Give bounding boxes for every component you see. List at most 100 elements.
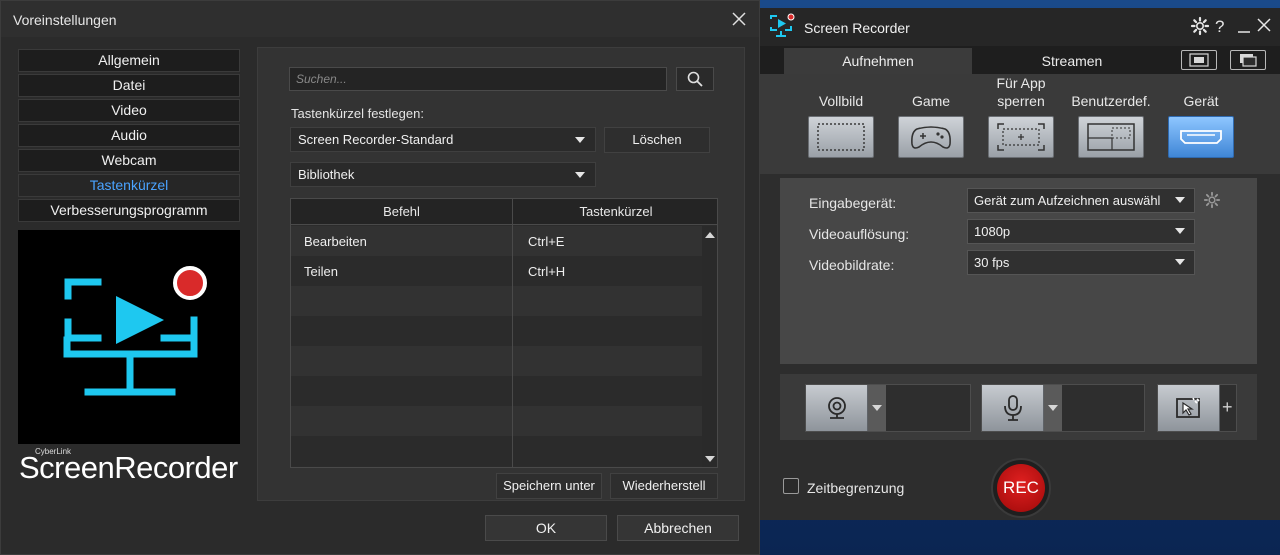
column-header-tastenkuerzel[interactable]: Tastenkürzel [513, 199, 717, 225]
rec-button-ring: REC [991, 458, 1051, 518]
chevron-down-icon [1175, 259, 1185, 265]
app-lock-icon[interactable] [988, 116, 1054, 158]
nav-item-webcam[interactable]: Webcam [18, 149, 240, 172]
rec-button[interactable]: REC [997, 464, 1045, 512]
restore-button[interactable]: Wiederherstell [610, 473, 718, 499]
chevron-down-icon [1175, 228, 1185, 234]
screenrecorder-logo-icon [63, 266, 207, 396]
input-device-value: Gerät zum Aufzeichnen auswähl [974, 193, 1161, 208]
preferences-nav: Allgemein Datei Video Audio Webcam Taste… [18, 49, 240, 224]
framerate-select[interactable]: 30 fps [967, 250, 1195, 275]
close-icon[interactable] [727, 7, 751, 31]
tab-aufnehmen[interactable]: Aufnehmen [784, 48, 972, 74]
scroll-down-icon[interactable] [705, 456, 715, 462]
microphone-dropdown-icon[interactable] [1044, 385, 1062, 431]
fullscreen-capture-icon[interactable] [1181, 50, 1217, 70]
mode-vollbild[interactable]: Vollbild [806, 74, 876, 158]
search-icon [687, 71, 703, 87]
chevron-down-icon [1175, 197, 1185, 203]
command-cell: Teilen [304, 264, 338, 279]
cursor-effects-icon [1175, 397, 1200, 418]
mode-label: Benutzerdef. [1071, 93, 1151, 109]
hdmi-device-icon[interactable] [1168, 116, 1234, 158]
category-select[interactable]: Bibliothek [290, 162, 596, 187]
mode-game[interactable]: Game [896, 74, 966, 158]
table-row[interactable] [291, 436, 703, 466]
command-cell: Bearbeiten [304, 234, 367, 249]
device-settings-panel: Eingabegerät: Gerät zum Aufzeichnen ausw… [780, 178, 1257, 364]
shortcut-preset-select[interactable]: Screen Recorder-Standard [290, 127, 596, 152]
dialog-titlebar: Voreinstellungen [1, 1, 759, 37]
microphone-button[interactable] [982, 385, 1044, 431]
ok-button[interactable]: OK [485, 515, 607, 541]
resolution-value: 1080p [974, 224, 1011, 239]
shortcut-cell: Ctrl+E [528, 234, 565, 249]
delete-button[interactable]: Löschen [604, 127, 710, 153]
table-row[interactable] [291, 316, 703, 346]
resolution-select[interactable]: 1080p [967, 219, 1195, 244]
mode-custom[interactable]: Benutzerdef. [1071, 74, 1151, 158]
preferences-dialog: Voreinstellungen Allgemein Datei Video A… [0, 0, 760, 555]
dialog-title: Voreinstellungen [13, 12, 117, 28]
app-logo-icon [770, 13, 795, 37]
fullscreen-icon[interactable] [808, 116, 874, 158]
mode-app-lock[interactable]: Für App sperren [986, 74, 1056, 158]
nav-item-verbesserungsprogramm[interactable]: Verbesserungsprogramm [18, 199, 240, 222]
capture-modes: Vollbild Game Für App sperren Benutzerde… [760, 74, 1280, 174]
webcam-button[interactable] [806, 385, 868, 431]
mode-label: Vollbild [818, 93, 864, 109]
chevron-down-icon [575, 172, 585, 178]
device-settings-gear-icon[interactable] [1203, 191, 1221, 212]
table-row[interactable] [291, 406, 703, 436]
nav-item-video[interactable]: Video [18, 99, 240, 122]
input-device-select[interactable]: Gerät zum Aufzeichnen auswähl [967, 188, 1195, 213]
recorder-title: Screen Recorder [804, 20, 910, 36]
input-device-label: Eingabegerät: [809, 195, 897, 211]
close-icon[interactable] [1257, 18, 1271, 35]
framerate-value: 30 fps [974, 255, 1010, 270]
category-value: Bibliothek [298, 167, 355, 182]
shortcut-set-label: Tastenkürzel festlegen: [291, 106, 424, 121]
effects-group: + [1157, 384, 1237, 432]
table-row[interactable]: Bearbeiten Ctrl+E [291, 226, 703, 256]
table-row[interactable] [291, 346, 703, 376]
search-button[interactable] [676, 67, 714, 91]
search-input[interactable] [289, 67, 667, 91]
help-icon[interactable]: ? [1215, 17, 1224, 37]
webcam-icon [827, 397, 846, 419]
microphone-icon [1003, 395, 1022, 421]
nav-item-datei[interactable]: Datei [18, 74, 240, 97]
minimize-icon[interactable] [1236, 18, 1252, 37]
custom-area-icon[interactable] [1078, 116, 1144, 158]
nav-item-audio[interactable]: Audio [18, 124, 240, 147]
shortcut-preset-value: Screen Recorder-Standard [298, 132, 454, 147]
column-header-befehl[interactable]: Befehl [291, 199, 512, 225]
save-as-button[interactable]: Speichern unter [496, 473, 602, 499]
table-scrollbar[interactable] [702, 226, 717, 467]
table-row[interactable] [291, 286, 703, 316]
screen-recorder-window: Screen Recorder ? Aufnehmen Streamen Vol… [760, 8, 1280, 520]
time-limit-checkbox[interactable] [783, 478, 799, 494]
mode-geraet[interactable]: Gerät [1166, 74, 1236, 158]
window-mode-icon[interactable] [1230, 50, 1266, 70]
mode-label: Game [911, 93, 951, 109]
nav-item-tastenkuerzel[interactable]: Tastenkürzel [18, 174, 240, 197]
time-limit-label: Zeitbegrenzung [807, 480, 905, 496]
framerate-label: Videobildrate: [809, 257, 895, 273]
table-row[interactable] [291, 376, 703, 406]
chevron-down-icon [575, 137, 585, 143]
table-rows: Bearbeiten Ctrl+E Teilen Ctrl+H [291, 226, 703, 466]
effects-button[interactable] [1158, 385, 1220, 431]
webcam-dropdown-icon[interactable] [868, 385, 886, 431]
settings-gear-icon[interactable] [1190, 16, 1210, 39]
gamepad-icon[interactable] [898, 116, 964, 158]
nav-item-allgemein[interactable]: Allgemein [18, 49, 240, 72]
cancel-button[interactable]: Abbrechen [617, 515, 739, 541]
scroll-up-icon[interactable] [705, 232, 715, 238]
recorder-tabs: Aufnehmen Streamen [760, 46, 1280, 74]
add-icon[interactable]: + [1222, 397, 1233, 418]
tab-streamen[interactable]: Streamen [974, 48, 1170, 74]
microphone-group [981, 384, 1145, 432]
table-row[interactable]: Teilen Ctrl+H [291, 256, 703, 286]
device-toggles-bar: + [780, 374, 1257, 440]
